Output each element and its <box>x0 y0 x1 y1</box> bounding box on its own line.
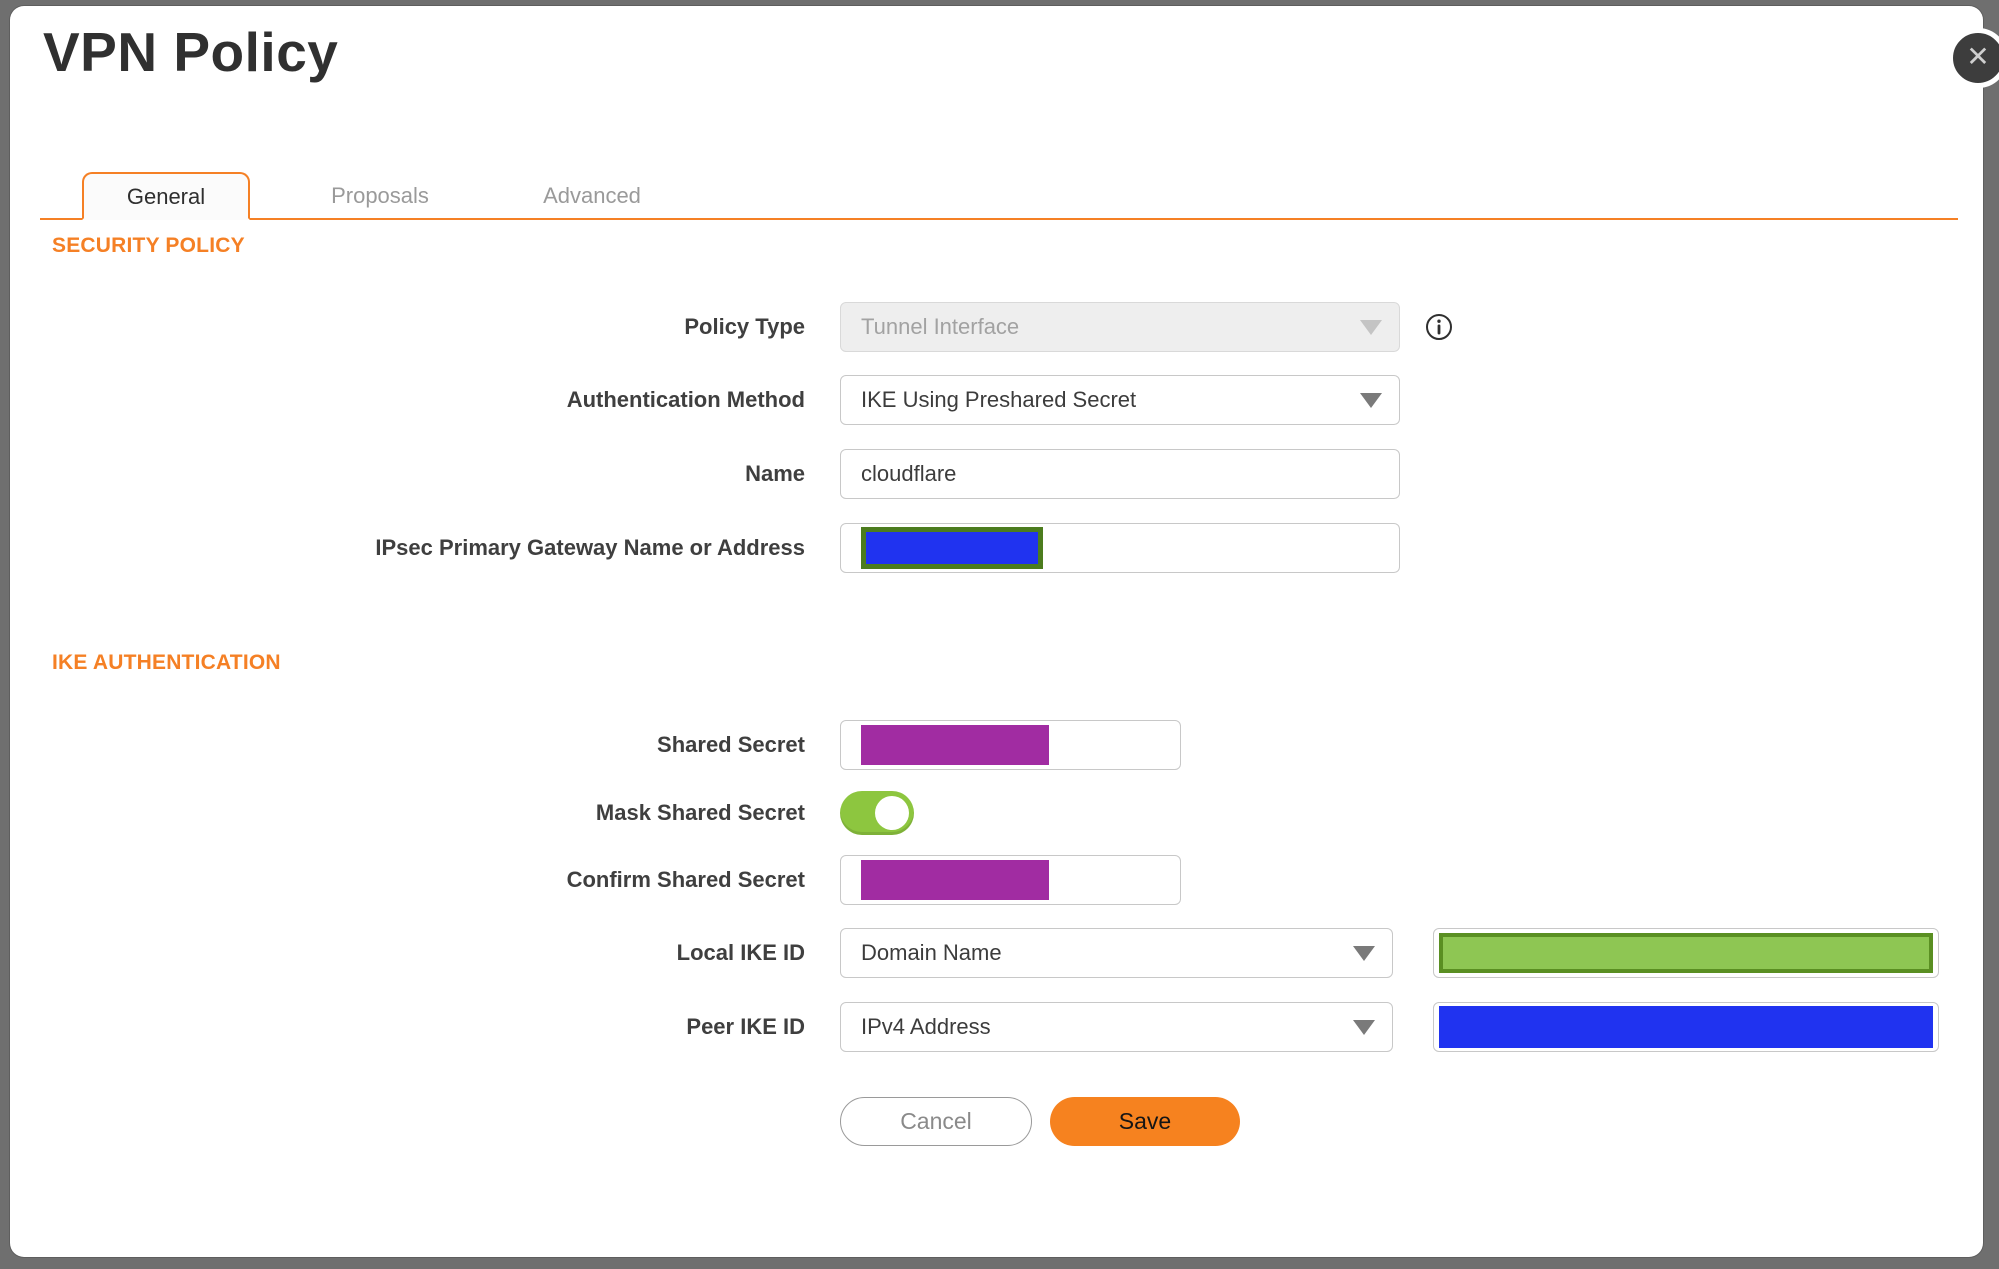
name-label: Name <box>745 461 805 486</box>
gateway-input[interactable] <box>840 523 1400 573</box>
chevron-down-icon <box>1360 393 1382 408</box>
redacted-gateway-value <box>861 527 1043 569</box>
dialog-actions: Cancel Save <box>10 1096 1983 1146</box>
peer-ike-id-input[interactable] <box>1433 1002 1939 1052</box>
close-icon[interactable]: ✕ <box>1948 28 1999 88</box>
shared-secret-input[interactable] <box>840 720 1181 770</box>
chevron-down-icon <box>1353 946 1375 961</box>
tab-general[interactable]: General <box>82 172 250 220</box>
local-ike-id-select[interactable]: Domain Name <box>840 928 1393 978</box>
chevron-down-icon <box>1360 320 1382 335</box>
gateway-label: IPsec Primary Gateway Name or Address <box>375 535 805 560</box>
peer-ike-id-row: Peer IKE ID IPv4 Address <box>10 1002 1983 1052</box>
peer-ike-id-select[interactable]: IPv4 Address <box>840 1002 1393 1052</box>
authentication-method-row: Authentication Method IKE Using Preshare… <box>10 375 1983 425</box>
policy-type-select[interactable]: Tunnel Interface <box>840 302 1400 352</box>
peer-ike-id-label: Peer IKE ID <box>686 1014 805 1039</box>
name-input[interactable]: cloudflare <box>840 449 1400 499</box>
shared-secret-row: Shared Secret <box>10 720 1983 770</box>
gateway-row: IPsec Primary Gateway Name or Address <box>10 523 1983 573</box>
authentication-method-value: IKE Using Preshared Secret <box>861 387 1137 412</box>
mask-shared-secret-label: Mask Shared Secret <box>595 800 805 825</box>
cancel-button[interactable]: Cancel <box>840 1096 1032 1146</box>
peer-ike-id-type: IPv4 Address <box>861 1014 991 1039</box>
toggle-knob <box>875 796 909 830</box>
confirm-shared-secret-input[interactable] <box>840 855 1181 905</box>
chevron-down-icon <box>1353 1020 1375 1035</box>
redacted-local-ike-id-value <box>1439 933 1933 973</box>
local-ike-id-row: Local IKE ID Domain Name <box>10 928 1983 978</box>
mask-shared-secret-row: Mask Shared Secret <box>10 788 1983 838</box>
tab-advanced[interactable]: Advanced <box>527 174 657 218</box>
shared-secret-label: Shared Secret <box>657 732 805 757</box>
ike-authentication-heading: IKE AUTHENTICATION <box>52 651 281 674</box>
page-title: VPN Policy <box>43 21 339 83</box>
mask-shared-secret-toggle[interactable] <box>840 791 914 835</box>
save-button[interactable]: Save <box>1050 1096 1240 1146</box>
policy-type-row: Policy Type Tunnel Interface <box>10 302 1983 352</box>
confirm-shared-secret-row: Confirm Shared Secret <box>10 855 1983 905</box>
redacted-shared-secret-value <box>861 725 1049 765</box>
policy-type-label: Policy Type <box>684 314 805 339</box>
vpn-policy-dialog: VPN Policy General Proposals Advanced SE… <box>10 6 1983 1257</box>
local-ike-id-label: Local IKE ID <box>676 940 805 965</box>
authentication-method-select[interactable]: IKE Using Preshared Secret <box>840 375 1400 425</box>
tab-bar: General Proposals Advanced <box>40 172 1958 220</box>
tab-proposals[interactable]: Proposals <box>315 174 445 218</box>
security-policy-heading: SECURITY POLICY <box>52 234 245 257</box>
confirm-shared-secret-label: Confirm Shared Secret <box>566 867 805 892</box>
policy-type-value: Tunnel Interface <box>861 314 1020 339</box>
info-icon[interactable] <box>1425 313 1453 341</box>
local-ike-id-input[interactable] <box>1433 928 1939 978</box>
local-ike-id-type: Domain Name <box>861 940 1002 965</box>
redacted-confirm-shared-secret-value <box>861 860 1049 900</box>
redacted-peer-ike-id-value <box>1439 1006 1933 1048</box>
name-row: Name cloudflare <box>10 449 1983 499</box>
name-value: cloudflare <box>861 461 957 486</box>
authentication-method-label: Authentication Method <box>566 387 805 412</box>
